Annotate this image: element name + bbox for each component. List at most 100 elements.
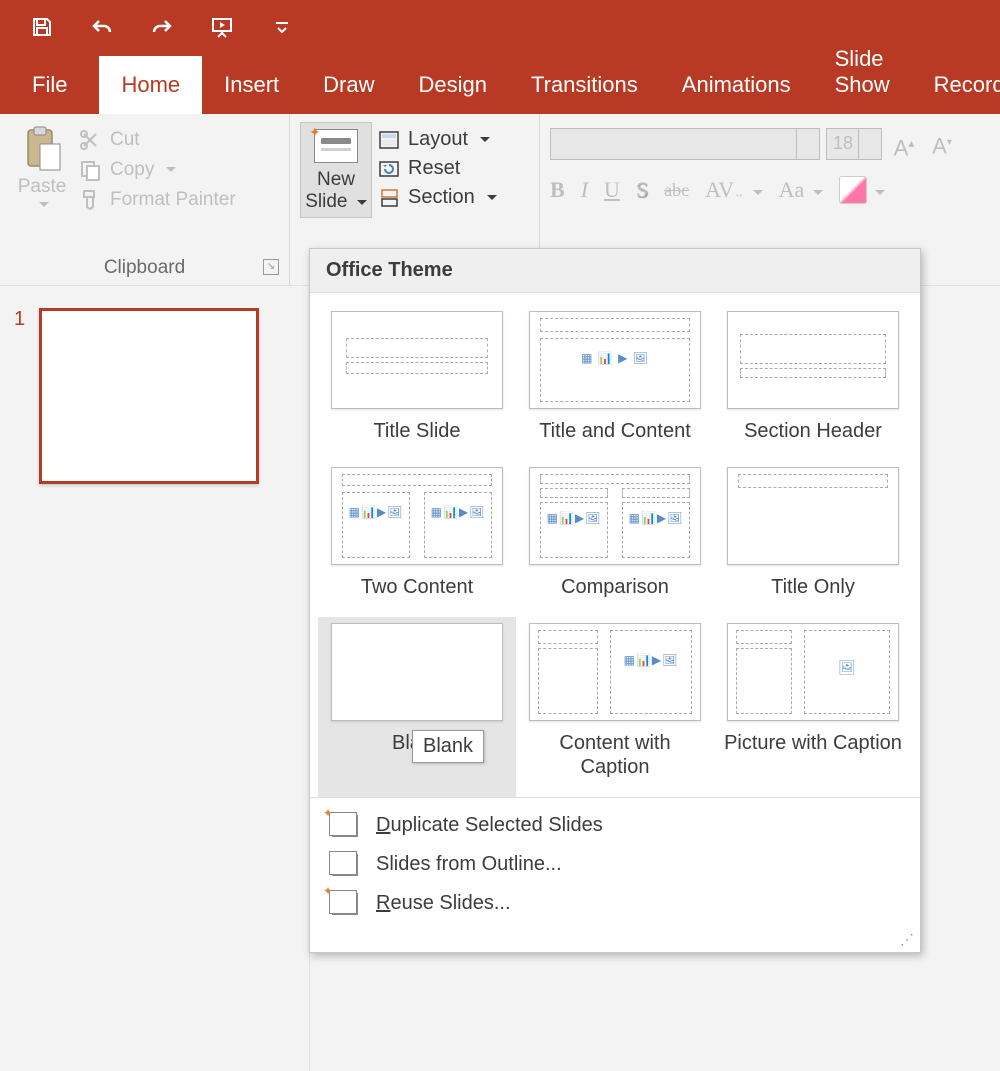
- group-clipboard: Paste Cut Copy Format Painter Cli: [0, 114, 290, 285]
- tab-insert[interactable]: Insert: [202, 56, 301, 114]
- reuse-slides-item[interactable]: ✦ Reuse Slides...: [310, 884, 920, 923]
- resize-grip[interactable]: ⋰: [310, 931, 920, 952]
- cut-label: Cut: [110, 129, 140, 151]
- tab-record[interactable]: Record: [912, 56, 1000, 114]
- chevron-down-icon: [35, 198, 49, 212]
- layout-title-only[interactable]: Title Only: [714, 461, 912, 617]
- clipboard-icon: [22, 126, 62, 172]
- copy-button[interactable]: Copy: [78, 158, 236, 182]
- thumbnail-slide-1[interactable]: 1: [14, 308, 295, 484]
- tab-animations[interactable]: Animations: [660, 56, 813, 114]
- paintbrush-icon: [78, 188, 102, 212]
- strikethrough-button[interactable]: abc: [664, 180, 689, 201]
- section-icon: [378, 187, 400, 209]
- decrease-font-button[interactable]: A▾: [926, 128, 958, 160]
- slide-thumbnail: [39, 308, 259, 484]
- layout-thumbnail: ▦📊▶🖼 ▦📊▶🖼: [331, 467, 503, 565]
- chevron-down-icon: [353, 191, 367, 212]
- duplicate-slides-item[interactable]: ✦ Duplicate Selected Slides: [310, 806, 920, 845]
- layout-label: Picture with Caption: [722, 731, 904, 755]
- clear-formatting-button[interactable]: [839, 176, 885, 204]
- chevron-down-icon: [162, 161, 176, 179]
- chevron-down-icon: [476, 131, 490, 149]
- shadow-button[interactable]: S: [636, 177, 648, 203]
- tab-file[interactable]: File: [0, 56, 99, 114]
- section-label: Section: [408, 186, 475, 209]
- layout-thumbnail: [331, 623, 503, 721]
- slide-thumbnails-pane: 1: [0, 286, 310, 1071]
- save-icon: [30, 15, 54, 39]
- reset-label: Reset: [408, 157, 460, 180]
- layout-label: Title and Content: [524, 419, 706, 443]
- layout-label: Section Header: [722, 419, 904, 443]
- tab-home[interactable]: Home: [99, 56, 202, 114]
- outline-icon: [332, 854, 358, 876]
- menu-label: Duplicate Selected Slides: [376, 814, 603, 837]
- new-slide-label: New Slide: [303, 169, 369, 213]
- reset-button[interactable]: Reset: [378, 157, 497, 180]
- layout-thumbnail: 🖼: [727, 623, 899, 721]
- layout-thumbnail: ▦📊▶🖼 ▦📊▶🖼: [529, 467, 701, 565]
- new-slide-icon: ✦: [314, 129, 358, 163]
- cut-button[interactable]: Cut: [78, 128, 236, 152]
- redo-icon: [150, 15, 174, 39]
- undo-button[interactable]: [88, 13, 116, 41]
- italic-button[interactable]: I: [581, 177, 588, 203]
- layout-label: Layout: [408, 128, 468, 151]
- layout-title-slide[interactable]: Title Slide: [318, 305, 516, 461]
- tooltip: Blank: [412, 730, 484, 763]
- redo-button[interactable]: [148, 13, 176, 41]
- layout-title-content[interactable]: ▦ 📊 ▶ 🖼 Title and Content: [516, 305, 714, 461]
- layout-thumbnail: [727, 311, 899, 409]
- section-button[interactable]: Section: [378, 186, 497, 209]
- layout-picture-caption[interactable]: 🖼 Picture with Caption: [714, 617, 912, 797]
- tab-design[interactable]: Design: [397, 56, 509, 114]
- change-case-button[interactable]: Aa: [779, 177, 824, 203]
- tab-transitions[interactable]: Transitions: [509, 56, 660, 114]
- layout-blank[interactable]: Blank: [318, 617, 516, 797]
- font-size-selector[interactable]: 18: [826, 128, 882, 160]
- new-slide-button[interactable]: ✦ New Slide: [300, 122, 372, 218]
- layout-label: Comparison: [524, 575, 706, 599]
- slides-from-outline-item[interactable]: Slides from Outline...: [310, 845, 920, 884]
- layout-two-content[interactable]: ▦📊▶🖼 ▦📊▶🖼 Two Content: [318, 461, 516, 617]
- paste-button[interactable]: Paste: [10, 122, 74, 212]
- layout-icon: [378, 129, 400, 151]
- layout-thumbnail: ▦ 📊 ▶ 🖼: [529, 311, 701, 409]
- ribbon-tabs: File Home Insert Draw Design Transitions…: [0, 54, 1000, 114]
- char-spacing-button[interactable]: AV↔: [705, 177, 762, 203]
- gallery-header: Office Theme: [310, 249, 920, 293]
- increase-font-button[interactable]: A▴: [888, 128, 920, 160]
- customize-qat-button[interactable]: [268, 13, 296, 41]
- clipboard-launcher[interactable]: ↘: [263, 259, 279, 275]
- format-painter-label: Format Painter: [110, 189, 236, 211]
- eraser-icon: [839, 176, 867, 204]
- menu-label: Reuse Slides...: [376, 892, 511, 915]
- presentation-icon: [210, 15, 234, 39]
- font-name-selector[interactable]: [550, 128, 820, 160]
- layout-thumbnail: [331, 311, 503, 409]
- bold-button[interactable]: B: [550, 177, 565, 203]
- layout-comparison[interactable]: ▦📊▶🖼 ▦📊▶🖼 Comparison: [516, 461, 714, 617]
- chevron-down-icon: [483, 189, 497, 207]
- layout-label: Title Slide: [326, 419, 508, 443]
- layout-section-header[interactable]: Section Header: [714, 305, 912, 461]
- layout-content-caption[interactable]: ▦📊▶🖼 Content with Caption: [516, 617, 714, 797]
- underline-button[interactable]: U: [604, 177, 620, 203]
- new-slide-gallery: Office Theme Title Slide ▦ 📊 ▶ 🖼 Title a…: [309, 248, 921, 953]
- reset-icon: [378, 158, 400, 180]
- start-slideshow-button[interactable]: [208, 13, 236, 41]
- copy-label: Copy: [110, 159, 154, 181]
- layout-button[interactable]: Layout: [378, 128, 497, 151]
- tab-draw[interactable]: Draw: [301, 56, 396, 114]
- menu-label: Slides from Outline...: [376, 853, 562, 876]
- gallery-menu: ✦ Duplicate Selected Slides Slides from …: [310, 797, 920, 931]
- duplicate-icon: ✦: [332, 815, 358, 837]
- paste-label: Paste: [18, 176, 67, 198]
- save-button[interactable]: [28, 13, 56, 41]
- layout-label: Title Only: [722, 575, 904, 599]
- group-label-clipboard: Clipboard: [0, 257, 289, 279]
- format-painter-button[interactable]: Format Painter: [78, 188, 236, 212]
- reuse-icon: ✦: [332, 893, 358, 915]
- tab-slideshow[interactable]: Slide Show: [813, 30, 912, 114]
